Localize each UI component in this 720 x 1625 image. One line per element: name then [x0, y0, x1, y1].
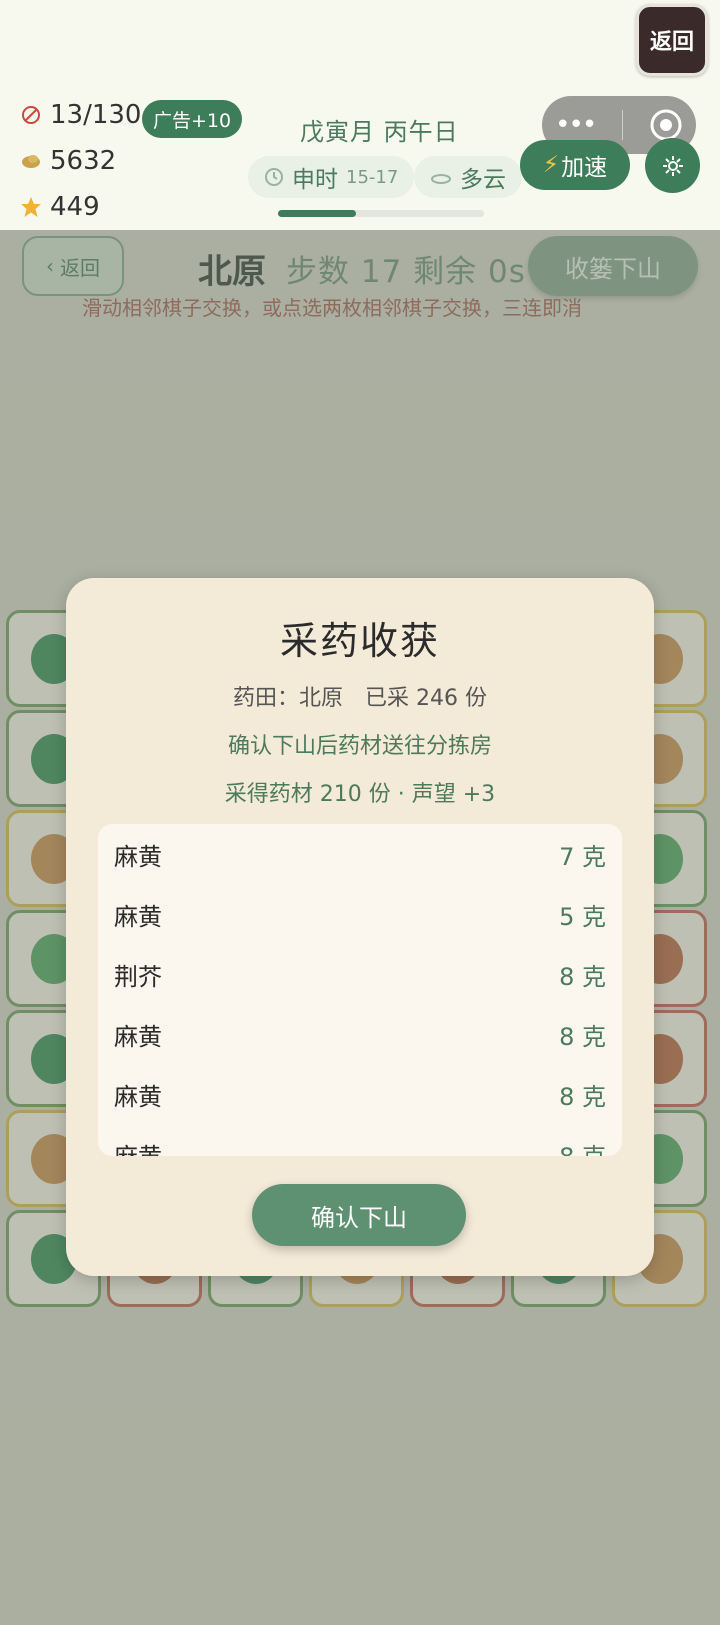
herb-name: 麻黄: [114, 1137, 162, 1157]
herb-name: 麻黄: [114, 842, 162, 871]
herb-qty: 7 克: [559, 842, 606, 871]
herb-name: 麻黄: [114, 1082, 162, 1111]
speed-label: 加速: [561, 155, 608, 181]
back-tile-label: 返回: [649, 30, 694, 55]
herb-qty: 8 克: [559, 1082, 606, 1111]
settings-button[interactable]: [645, 138, 700, 193]
herb-name: 麻黄: [114, 1022, 162, 1051]
delivery-notice: 确认下山后药材送往分拣房: [227, 734, 492, 759]
herb-qty: 5 克: [559, 902, 606, 931]
herb-name: 麻黄: [114, 902, 162, 931]
list-item: 荆芥 8 克: [98, 944, 622, 1004]
list-item: 麻黄 8 克: [98, 1004, 622, 1064]
coin-icon: [22, 155, 40, 168]
lightning-icon: ⚡: [542, 152, 560, 178]
weather-label: 多云: [460, 167, 506, 193]
day-progress-bar: [278, 210, 484, 217]
herb-qty: 8 克: [559, 1022, 606, 1051]
coins-value: 5632: [50, 146, 117, 176]
dialog-title: 采药收获: [279, 619, 440, 663]
capsule-divider: [621, 110, 623, 140]
time-chip: 申时 15-17: [248, 156, 415, 198]
ad-bonus-button[interactable]: 广告+10: [142, 100, 242, 138]
energy-value: 13/130: [50, 100, 142, 130]
confirm-label: 确认下山: [311, 1203, 407, 1232]
time-range: 15-17: [346, 166, 399, 188]
coins-stat: 5632: [20, 146, 116, 176]
time-label: 申时: [292, 167, 338, 193]
herb-list[interactable]: 麻黄 7 克 麻黄 5 克 荆芥 8 克 麻黄 8 克 麻黄 8 克 麻黄 8 …: [98, 824, 622, 1156]
top-bar: 返回 13/130 广告+10 5632 449 戊寅月 丙午日 申时 15-1…: [0, 0, 720, 230]
list-item: 麻黄 8 克: [98, 1064, 622, 1124]
stars-stat: 449: [20, 192, 100, 222]
gear-icon: [662, 155, 683, 176]
weather-chip: 多云: [414, 156, 522, 198]
herb-qty: 8 克: [559, 962, 606, 991]
field-info: 药田：北原 已采 246 份: [233, 686, 487, 711]
cloud-icon: [431, 174, 451, 184]
herb-name: 荆芥: [114, 962, 162, 991]
lunar-date: 戊寅月 丙午日: [300, 118, 459, 146]
miniapp-back-tile[interactable]: 返回: [636, 4, 708, 76]
harvest-result-dialog: 采药收获 药田：北原 已采 246 份 确认下山后药材送往分拣房 采得药材 21…: [66, 578, 654, 1276]
clock-icon: [265, 168, 283, 186]
list-item: 麻黄 8 克: [98, 1124, 622, 1157]
speed-up-button[interactable]: ⚡ 加速: [520, 140, 630, 190]
list-item: 麻黄 5 克: [98, 884, 622, 944]
ad-bonus-label: 广告+10: [152, 109, 232, 132]
day-progress-fill: [278, 210, 357, 217]
stars-value: 449: [50, 192, 100, 222]
close-miniapp-icon[interactable]: [649, 108, 683, 142]
energy-stat: 13/130: [20, 100, 141, 130]
energy-icon: [22, 106, 40, 124]
star-icon: [21, 197, 41, 217]
harvest-summary: 采得药材 210 份 · 声望 +3: [224, 782, 496, 807]
confirm-descend-button[interactable]: 确认下山: [252, 1184, 466, 1246]
list-item: 麻黄 7 克: [98, 824, 622, 884]
more-icon[interactable]: •••: [555, 110, 597, 140]
herb-qty: 8 克: [559, 1137, 606, 1157]
